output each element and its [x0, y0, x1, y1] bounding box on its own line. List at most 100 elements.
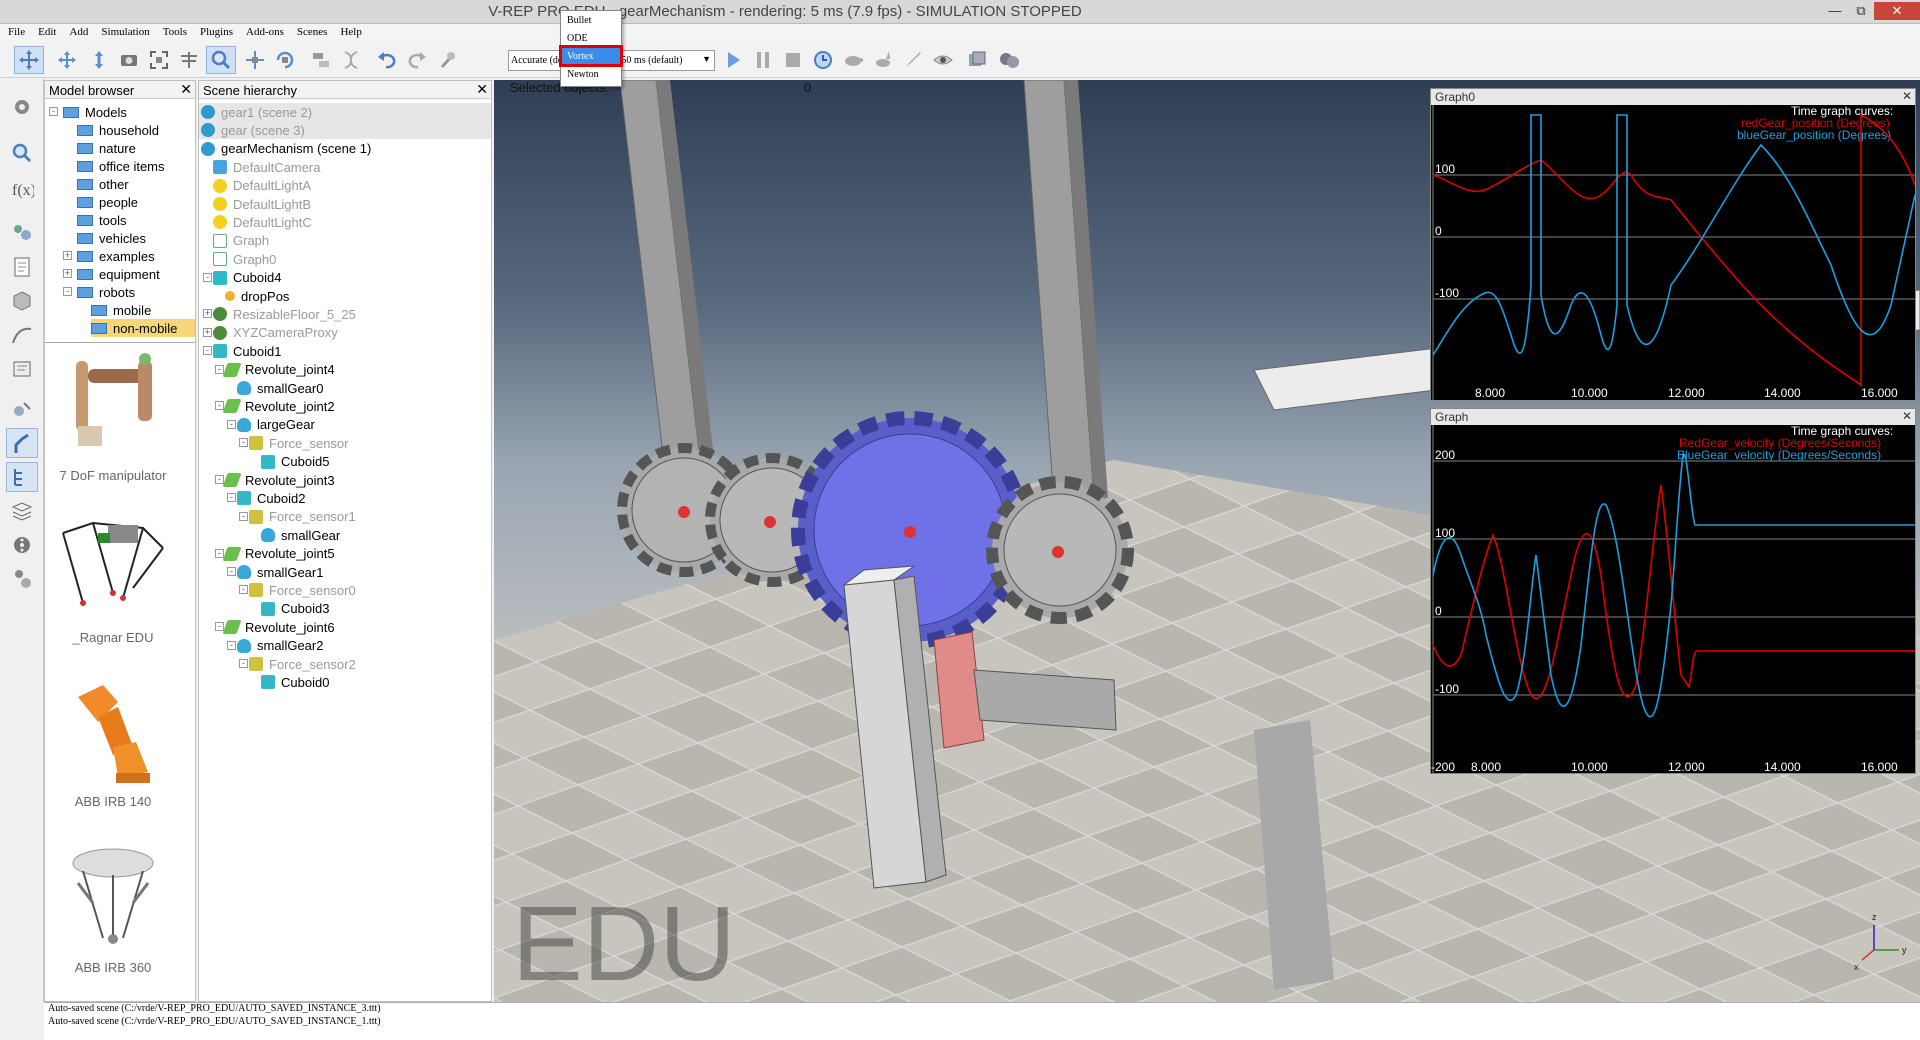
menu-edit[interactable]: Edit [30, 24, 61, 38]
scene-tree-item[interactable]: smallGear [199, 526, 340, 544]
model-thumbnail[interactable]: ABB IRB 140 [45, 677, 181, 809]
close-icon[interactable]: ✕ [180, 81, 192, 98]
scene-tree-item[interactable]: DefaultLightA [199, 177, 311, 195]
close-button[interactable]: ✕ [1874, 2, 1920, 20]
scene-tree-item[interactable]: gearMechanism (scene 1) [199, 140, 371, 158]
scene-tree-item[interactable]: - Revolute_joint3 [199, 471, 335, 489]
collapse-icon[interactable]: - [239, 659, 248, 668]
scene-tree-item[interactable]: smallGear0 [199, 379, 323, 397]
camera-pan-button[interactable] [14, 46, 44, 74]
undo-button[interactable] [372, 46, 402, 74]
model-folder-item[interactable]: tools [77, 211, 126, 229]
script-functions-button[interactable]: f(x) [6, 174, 38, 204]
selection-button[interactable] [6, 354, 38, 384]
scene-selector-button[interactable] [994, 46, 1024, 74]
toggle-visualization-button[interactable] [928, 46, 958, 74]
model-folder-item[interactable]: nature [77, 139, 136, 157]
menu-file[interactable]: File [0, 24, 30, 38]
menu-scenes[interactable]: Scenes [289, 24, 333, 38]
layers-button[interactable] [6, 496, 38, 526]
page-selector-button[interactable] [962, 46, 992, 74]
assemble-button[interactable] [306, 46, 336, 74]
scene-tree-item[interactable]: Graph0 [199, 250, 276, 268]
engine-option-newton[interactable]: Newton [561, 65, 621, 83]
model-folder-item[interactable]: household [77, 121, 159, 139]
collapse-icon[interactable]: - [227, 640, 236, 650]
scene-tree-item[interactable]: Graph [199, 232, 269, 250]
scene-tree-item[interactable]: DefaultCamera [199, 158, 320, 176]
start-simulation-button[interactable] [718, 46, 748, 74]
model-folder-item[interactable]: people [77, 193, 138, 211]
scene-tree-item[interactable]: Cuboid5 [199, 453, 329, 471]
simulation-settings-button[interactable] [6, 92, 38, 122]
slow-down-button[interactable] [838, 46, 868, 74]
camera-zoom-button[interactable] [114, 46, 144, 74]
collapse-icon[interactable]: - [215, 548, 224, 558]
scene-tree-item[interactable]: - smallGear2 [199, 637, 323, 655]
scene-tree-item[interactable]: gear1 (scene 2) [199, 103, 491, 121]
collapse-icon[interactable]: - [215, 364, 224, 374]
model-folder-item[interactable]: - Models [49, 103, 127, 121]
engine-option-bullet[interactable]: Bullet [561, 11, 621, 29]
scene-tree-item[interactable]: Cuboid3 [199, 600, 329, 618]
camera-fit-button[interactable] [144, 46, 174, 74]
model-browser-toggle[interactable] [6, 396, 38, 426]
scene-tree-item[interactable]: - Revolute_joint2 [199, 397, 335, 415]
scripts-button[interactable] [6, 252, 38, 282]
menu-addons[interactable]: Add-ons [238, 24, 289, 38]
engine-settings-button[interactable] [432, 46, 462, 74]
path-edit-button[interactable] [6, 320, 38, 350]
collapse-icon[interactable]: - [239, 585, 248, 595]
collapse-icon[interactable]: - [49, 107, 58, 116]
graph0-panel[interactable]: Graph0 ✕ Time graph curves: redGear_posi… [1430, 88, 1916, 401]
scene-tree-item[interactable]: - Revolute_joint6 [199, 618, 335, 636]
model-thumbnail[interactable]: 7 DoF manipulator [45, 351, 181, 483]
menu-simulation[interactable]: Simulation [93, 24, 154, 38]
minimize-button[interactable]: — [1822, 2, 1848, 20]
model-folder-item[interactable]: + examples [63, 247, 155, 265]
scene-tree-item[interactable]: DefaultLightB [199, 195, 311, 213]
scene-hierarchy-toggle[interactable] [6, 462, 38, 492]
scene-tree-item[interactable]: - Cuboid4 [199, 269, 281, 287]
collapse-icon[interactable]: - [227, 567, 236, 576]
scene-tree-item[interactable]: - Revolute_joint5 [199, 545, 335, 563]
collapse-icon[interactable]: - [203, 346, 212, 356]
model-thumbnail[interactable]: _Ragnar EDU [45, 513, 181, 645]
scene-tree-item[interactable]: + XYZCameraProxy [199, 324, 338, 342]
scene-tree-item[interactable]: - Revolute_joint4 [199, 361, 335, 379]
model-folder-item[interactable]: + equipment [63, 265, 160, 283]
speed-up-button[interactable] [868, 46, 898, 74]
close-icon[interactable]: ✕ [476, 81, 488, 98]
realtime-button[interactable] [808, 46, 838, 74]
scene-tree-item[interactable]: gear (scene 3) [199, 121, 491, 140]
object-rotate-button[interactable] [270, 46, 300, 74]
stop-simulation-button[interactable] [778, 46, 808, 74]
collapse-icon[interactable]: - [239, 438, 248, 448]
click-select-button[interactable] [206, 46, 236, 74]
menu-help[interactable]: Help [332, 24, 366, 38]
close-icon[interactable]: ✕ [1902, 409, 1912, 423]
menu-add[interactable]: Add [61, 24, 93, 38]
model-folder-item[interactable]: non-mobile [91, 319, 195, 337]
expand-icon[interactable]: + [203, 327, 212, 337]
scene-tree-item[interactable]: - smallGear1 [199, 563, 323, 581]
menu-plugins[interactable]: Plugins [192, 24, 238, 38]
video-recorder-button[interactable] [6, 530, 38, 560]
camera-shift-button[interactable] [84, 46, 114, 74]
pause-simulation-button[interactable] [748, 46, 778, 74]
scene-tree-item[interactable]: Cuboid0 [199, 673, 329, 691]
model-folder-item[interactable]: mobile [91, 301, 151, 319]
scene-tree-item[interactable]: - Cuboid1 [199, 342, 281, 360]
scene-tree-item[interactable]: - largeGear [199, 416, 315, 434]
engine-option-vortex[interactable]: Vortex [559, 45, 623, 67]
model-thumbnail[interactable]: ABB IRB 360 [45, 843, 181, 975]
threaded-rendering-button[interactable] [898, 46, 928, 74]
close-icon[interactable]: ✕ [1902, 89, 1912, 103]
camera-fly-button[interactable] [174, 46, 204, 74]
expand-icon[interactable]: + [63, 251, 72, 260]
object-shift-button[interactable] [240, 46, 270, 74]
collapse-icon[interactable]: - [215, 475, 224, 484]
shape-edit-button[interactable] [6, 286, 38, 316]
transfer-dna-button[interactable] [336, 46, 366, 74]
scene-tree-item[interactable]: - Force_sensor [199, 434, 348, 452]
